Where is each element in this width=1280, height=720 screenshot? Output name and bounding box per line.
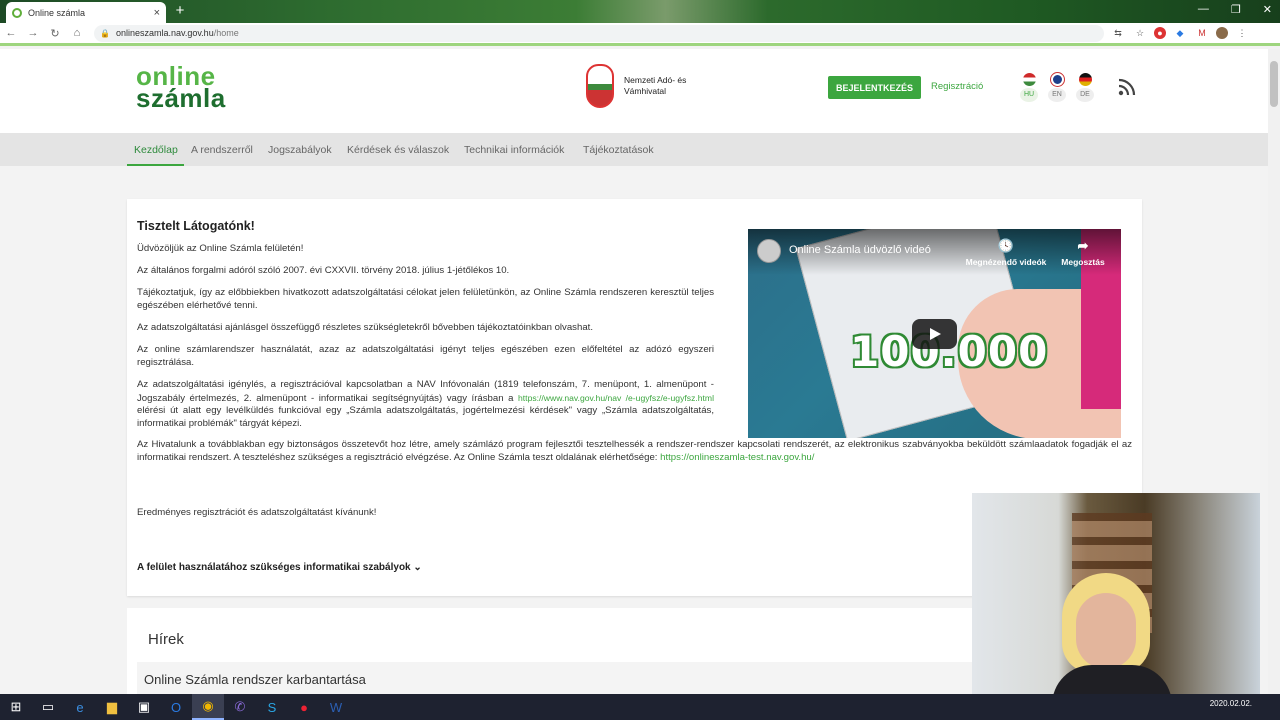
nav-logo[interactable]: Nemzeti Adó- és Vámhivatal [586,64,694,108]
close-window-icon[interactable]: ✕ [1263,3,1272,16]
lock-icon: 🔒 [100,28,110,38]
chrome-icon[interactable]: ◉ [192,694,224,720]
menu-item-technikai[interactable]: Technikai információk [464,144,564,156]
extension-icon[interactable]: ● [1154,27,1166,39]
online-szamla-logo[interactable]: online számla [136,63,226,111]
record-icon[interactable]: ● [288,694,320,720]
menu-item-a-rendszerrol[interactable]: A rendszerről [191,144,253,156]
site-header: online számla Nemzeti Adó- és Vámhivatal… [0,49,1268,133]
outlook-icon[interactable]: O [160,694,192,720]
taskbar-clock[interactable]: 2020.02.02. [1210,699,1252,708]
viber-icon[interactable]: ✆ [224,694,256,720]
register-link[interactable]: Regisztráció [931,81,983,92]
nav-name: Nemzeti Adó- és Vámhivatal [624,75,687,96]
address-input[interactable]: 🔒 onlineszamla.nav.gov.hu/home [94,24,1104,42]
edge-icon[interactable]: e [64,694,96,720]
test-paragraph: Az Hivatalunk a továbblakban egy biztons… [137,439,1132,463]
watch-later-button[interactable]: 🕓 Megnézendő videók [961,238,1051,267]
maximize-icon[interactable]: ❐ [1231,3,1241,16]
extension-icon[interactable]: ◆ [1172,27,1188,39]
active-menu-indicator [127,164,184,166]
welcome-paragraph: Üdvözöljük az Online Számla felületén! [137,243,304,254]
word-icon[interactable]: W [320,694,352,720]
play-icon[interactable] [912,319,957,349]
chevron-down-icon: ⌄ [413,562,422,573]
main-menu: Kezdőlap A rendszerről Jogszabályok Kérd… [0,133,1268,166]
site-favicon-icon [12,7,22,18]
welcome-paragraph: Az adatszolgáltatási ajánlásgel összefüg… [137,322,593,333]
home-icon[interactable]: ⌂ [66,27,88,39]
menu-item-kezdolap[interactable]: Kezdőlap [134,144,178,156]
browser-tab[interactable]: Online számla × [6,2,166,23]
new-tab-button[interactable]: + [172,3,188,19]
skype-icon[interactable]: S [256,694,288,720]
hungary-flag-icon [1022,73,1036,86]
test-site-link[interactable]: https://onlineszamla-test.nav.gov.hu/ [660,452,814,463]
tab-title: Online számla [28,7,86,18]
info-paragraph: Az adatszolgáltatási igénylés, a regiszt… [137,379,714,429]
login-button[interactable]: BEJELENTKEZÉS [828,76,921,99]
language-de[interactable]: DE [1076,73,1094,102]
news-heading: Hírek [148,631,184,648]
closing-paragraph: Eredményes regisztrációt és adatszolgált… [137,507,377,518]
file-explorer-icon[interactable]: ▆ [96,694,128,720]
menu-item-tajekoztatasok[interactable]: Tájékoztatások [583,144,654,156]
germany-flag-icon [1078,73,1092,86]
video-title[interactable]: Online Számla üdvözlő videó [789,244,931,256]
menu-item-jogszabalyok[interactable]: Jogszabályok [268,144,332,156]
coat-of-arms-icon [586,64,614,108]
profile-avatar-icon[interactable] [1216,27,1228,39]
url-host: onlineszamla.nav.gov.hu [115,28,214,38]
clock-icon: 🕓 [997,238,1015,253]
nav-ugyfsz-link[interactable]: https://www.nav.gov.hu/nav /e-ugyfsz/e-u… [518,393,714,403]
webcam-overlay [972,493,1260,709]
menu-item-kerdesek[interactable]: Kérdések és válaszok [347,144,449,156]
url-path: /home [213,28,239,38]
welcome-video[interactable]: 100.000 Online Számla üdvözlő videó 🕓 Me… [748,229,1121,438]
browser-tab-strip: Online számla × + — ❐ ✕ [0,0,1280,23]
menu-dots-icon[interactable]: ⋮ [1234,27,1250,39]
forward-icon[interactable]: → [22,27,44,39]
rss-icon[interactable] [1118,78,1136,96]
bookmark-star-icon[interactable]: ☆ [1132,27,1148,39]
window-controls: — ❐ ✕ [1198,3,1272,16]
back-icon[interactable]: ← [0,27,22,39]
reload-icon[interactable]: ↻ [44,27,66,40]
share-icon: ➦ [1077,238,1089,253]
scrollbar-thumb[interactable] [1270,61,1278,107]
share-button[interactable]: ➦ Megosztás [1058,238,1108,267]
browser-toolbar: ← → ↻ ⌂ 🔒 onlineszamla.nav.gov.hu/home ⇆… [0,23,1280,46]
welcome-paragraph: Tájékoztatjuk, így az előbbiekben hivatk… [137,287,714,311]
presenter [1052,573,1172,709]
welcome-paragraph: Az online számlarendszer használatát, az… [137,344,714,368]
task-view-icon[interactable]: ▭ [32,694,64,720]
uk-flag-icon [1050,73,1064,86]
windows-taskbar: ⊞ ▭ e ▆ ▣ O ◉ ✆ S ● W 2020.02.02. [0,694,1280,720]
tab-close-icon[interactable]: × [154,7,160,19]
rules-toggle[interactable]: A felület használatához szükséges inform… [137,562,422,573]
page-scrollbar[interactable] [1268,49,1280,694]
language-hu[interactable]: HU [1020,73,1038,102]
welcome-title: Tisztelt Látogatónk! [137,219,255,233]
store-icon[interactable]: ▣ [128,694,160,720]
minimize-icon[interactable]: — [1198,3,1209,16]
welcome-paragraph: Az általános forgalmi adóról szóló 2007.… [137,265,510,276]
gmail-icon[interactable]: M [1194,27,1210,39]
language-en[interactable]: EN [1048,73,1066,102]
translate-icon[interactable]: ⇆ [1110,27,1126,39]
channel-avatar-icon[interactable] [757,239,781,263]
windows-start-icon[interactable]: ⊞ [0,694,32,720]
